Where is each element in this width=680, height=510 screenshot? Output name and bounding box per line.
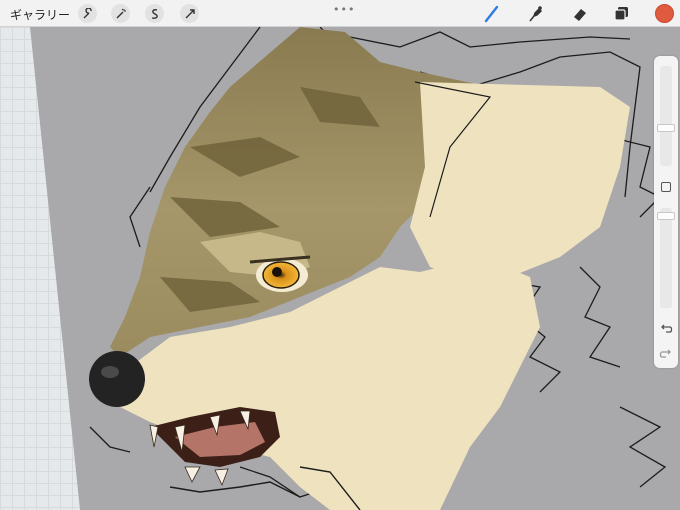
selection-icon[interactable] xyxy=(145,4,164,23)
wrench-icon[interactable] xyxy=(78,4,97,23)
magic-wand-icon[interactable] xyxy=(111,4,130,23)
top-toolbar: ギャラリー ••• xyxy=(0,0,680,27)
artwork-canvas[interactable] xyxy=(0,27,680,510)
eraser-icon[interactable] xyxy=(570,4,590,24)
pupil xyxy=(272,267,282,277)
modify-button[interactable] xyxy=(661,182,671,192)
layers-icon[interactable] xyxy=(612,4,632,24)
wolf-nose xyxy=(89,351,145,407)
opacity-handle[interactable] xyxy=(657,212,675,220)
drag-handle[interactable]: ••• xyxy=(333,3,355,16)
smudge-icon[interactable] xyxy=(526,4,546,24)
nose-highlight xyxy=(101,366,119,378)
redo-icon[interactable] xyxy=(659,347,673,361)
transform-icon[interactable] xyxy=(180,4,199,23)
brush-size-handle[interactable] xyxy=(657,124,675,132)
gallery-button[interactable]: ギャラリー xyxy=(10,6,70,23)
side-toolbar xyxy=(654,56,678,368)
undo-icon[interactable] xyxy=(659,322,673,336)
opacity-slider[interactable] xyxy=(660,208,672,308)
brush-size-slider[interactable] xyxy=(660,66,672,166)
brush-icon[interactable] xyxy=(482,4,502,24)
color-picker-button[interactable] xyxy=(655,4,674,23)
